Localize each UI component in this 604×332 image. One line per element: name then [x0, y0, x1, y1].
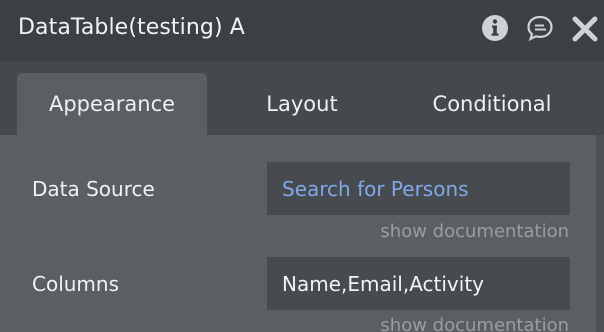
close-icon[interactable]	[570, 14, 600, 44]
panel-header: DataTable(testing) A	[0, 0, 604, 61]
scrollbar-track[interactable]	[596, 135, 604, 332]
data-source-value[interactable]: Search for Persons	[282, 177, 469, 201]
data-source-field[interactable]: Search for Persons	[267, 162, 570, 215]
columns-field[interactable]: Name,Email,Activity	[267, 257, 570, 310]
data-source-doc-link[interactable]: show documentation	[380, 221, 569, 242]
tab-layout[interactable]: Layout	[232, 73, 372, 135]
columns-value[interactable]: Name,Email,Activity	[282, 272, 484, 296]
panel-title: DataTable(testing) A	[18, 15, 245, 40]
data-source-label: Data Source	[32, 177, 155, 201]
info-icon[interactable]	[480, 14, 510, 44]
appearance-content: Data Source Search for Persons show docu…	[0, 135, 604, 332]
element-editor-panel: DataTable(testing) A Appearance Layout C…	[0, 0, 604, 332]
columns-doc-link[interactable]: show documentation	[380, 315, 569, 332]
comment-icon[interactable]	[525, 14, 555, 44]
tab-appearance[interactable]: Appearance	[17, 73, 207, 135]
tab-bar: Appearance Layout Conditional	[0, 61, 604, 135]
tab-conditional[interactable]: Conditional	[412, 73, 572, 135]
columns-label: Columns	[32, 272, 120, 296]
